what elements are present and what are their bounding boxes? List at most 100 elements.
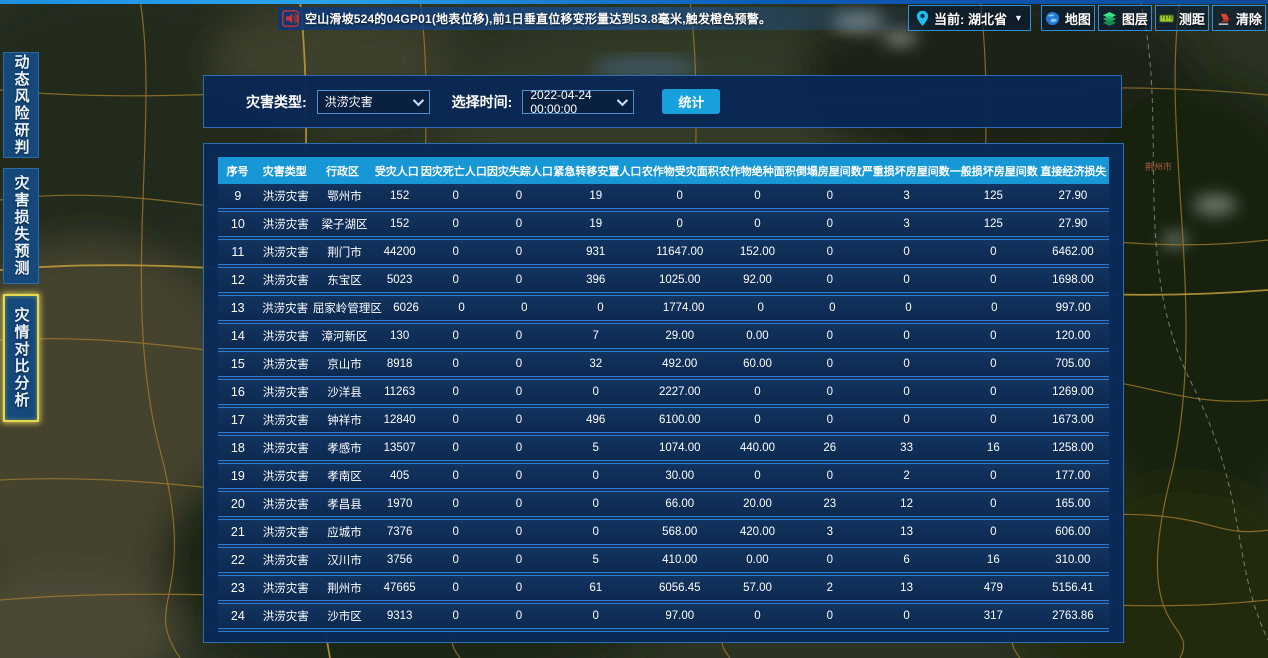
table-cell: 130 [375, 330, 424, 342]
table-cell: 19 [218, 469, 258, 483]
table-cell: 13507 [375, 442, 424, 454]
sidebar-item-动态风险研判[interactable]: 动态风险研判 [3, 52, 39, 158]
table-cell: 0 [719, 414, 797, 426]
table-cell: 0 [487, 526, 550, 538]
tool-button-图层[interactable]: 图层 [1098, 5, 1152, 31]
table-row[interactable]: 10洪涝灾害梁子湖区1520019000312527.90 [218, 212, 1109, 240]
table-row[interactable]: 17洪涝灾害钟祥市12840004966100.0000001673.00 [218, 408, 1109, 436]
table-cell: 1673.00 [1037, 414, 1109, 426]
table-cell: 0 [424, 582, 487, 594]
time-select[interactable]: 2022-04-24 00:00:00 [522, 90, 634, 114]
table-cell: 0 [950, 386, 1037, 398]
sidebar-item-灾害损失预测[interactable]: 灾害损失预测 [3, 168, 39, 284]
chevron-down-icon: ▼ [1014, 13, 1023, 23]
tool-button-清除[interactable]: 清除 [1212, 5, 1266, 31]
table-cell: 32 [551, 358, 641, 370]
column-header: 受灾人口 [373, 163, 421, 179]
table-cell: 13 [863, 526, 950, 538]
table-row[interactable]: 15洪涝灾害京山市89180032492.0060.00000705.00 [218, 352, 1109, 380]
statistics-button[interactable]: 统计 [662, 89, 720, 114]
table-cell: 479 [950, 582, 1037, 594]
table-row[interactable]: 23洪涝灾害荆州市4766500616056.4557.002134795156… [218, 576, 1109, 604]
table-row[interactable]: 18洪涝灾害孝感市135070051074.00440.002633161258… [218, 436, 1109, 464]
table-cell: 61 [551, 582, 641, 594]
tool-button-测距[interactable]: 测距 [1155, 5, 1209, 31]
table-row[interactable]: 22洪涝灾害汉川市3756005410.000.000616310.00 [218, 548, 1109, 576]
region-selector[interactable]: 当前: 湖北省 ▼ [908, 5, 1031, 31]
table-cell: 152 [375, 218, 424, 230]
table-cell: 0 [487, 330, 550, 342]
table-cell: 20 [218, 497, 258, 511]
disaster-type-select[interactable]: 洪涝灾害 [317, 90, 430, 114]
table-row[interactable]: 16洪涝灾害沙洋县112630002227.0000001269.00 [218, 380, 1109, 408]
table-cell: 317 [950, 610, 1037, 622]
table-cell: 17 [218, 413, 258, 427]
table-cell: 29.00 [641, 330, 719, 342]
table-cell: 0 [487, 358, 550, 370]
table-cell: 洪涝灾害 [257, 300, 313, 316]
table-cell: 11 [218, 245, 258, 259]
table-cell: 8918 [375, 358, 424, 370]
table-cell: 汉川市 [314, 552, 375, 568]
table-cell: 0 [424, 498, 487, 510]
table-cell: 0 [796, 386, 863, 398]
table-cell: 0 [950, 470, 1037, 482]
table-cell: 京山市 [314, 356, 375, 372]
table-cell: 0 [424, 190, 487, 202]
table-row[interactable]: 19洪涝灾害孝南区40500030.000020177.00 [218, 464, 1109, 492]
table-cell: 6462.00 [1037, 246, 1109, 258]
tool-button-地图[interactable]: 地图 [1041, 5, 1095, 31]
table-row[interactable]: 24洪涝灾害沙市区931300097.000003172763.86 [218, 604, 1109, 632]
column-header: 农作物绝种面积 [719, 163, 796, 179]
table-row[interactable]: 21洪涝灾害应城市7376000568.00420.003130606.00 [218, 520, 1109, 548]
table-cell: 0 [424, 330, 487, 342]
table-cell: 0 [951, 302, 1037, 314]
table-cell: 24 [218, 609, 258, 623]
table-cell: 钟祥市 [314, 412, 375, 428]
table-row[interactable]: 14洪涝灾害漳河新区13000729.000.00000120.00 [218, 324, 1109, 352]
table-row[interactable]: 11洪涝灾害荆门市442000093111647.00152.000006462… [218, 240, 1109, 268]
sidebar-item-灾情对比分析[interactable]: 灾情对比分析 [3, 294, 39, 422]
table-row[interactable]: 13洪涝灾害屈家岭管理区60260001774.000000997.00 [218, 296, 1109, 324]
table-row[interactable]: 9洪涝灾害鄂州市1520019000312527.90 [218, 184, 1109, 212]
table-cell: 44200 [375, 246, 424, 258]
table-cell: 0 [424, 442, 487, 454]
time-value: 2022-04-24 00:00:00 [530, 88, 607, 116]
chevron-down-icon [617, 94, 628, 105]
table-cell: 洪涝灾害 [258, 384, 314, 400]
table-cell: 0 [551, 498, 641, 510]
table-cell: 0 [424, 358, 487, 370]
table-cell: 496 [551, 414, 641, 426]
table-cell: 2763.86 [1037, 610, 1109, 622]
table-cell: 60.00 [719, 358, 797, 370]
table-cell: 0 [863, 358, 950, 370]
table-cell: 梁子湖区 [314, 216, 375, 232]
table-cell: 440.00 [719, 442, 797, 454]
table-cell: 2 [796, 582, 863, 594]
table-cell: 0 [641, 190, 719, 202]
table-cell: 东宝区 [314, 272, 375, 288]
table-cell: 177.00 [1037, 470, 1109, 482]
table-cell: 1074.00 [641, 442, 719, 454]
table-cell: 1970 [375, 498, 424, 510]
table-cell: 3 [863, 190, 950, 202]
table-cell: 0 [430, 302, 493, 314]
column-header: 序号 [218, 163, 257, 179]
table-row[interactable]: 20洪涝灾害孝昌县197000066.0020.0023120165.00 [218, 492, 1109, 520]
table-row[interactable]: 12洪涝灾害东宝区5023003961025.0092.000001698.00 [218, 268, 1109, 296]
table-cell: 30.00 [641, 470, 719, 482]
table-cell: 6 [863, 554, 950, 566]
table-cell: 21 [218, 525, 258, 539]
alert-text: 空山滑坡524的04GP01(地表位移),前1日垂直位移变形量达到53.8毫米,… [305, 10, 771, 27]
table-cell: 0 [799, 302, 865, 314]
table-cell: 152 [375, 190, 424, 202]
table-cell: 0 [493, 302, 556, 314]
disaster-table-panel: 序号灾害类型行政区受灾人口因灾死亡人口因灾失踪人口紧急转移安置人口农作物受灾面积… [203, 143, 1124, 643]
table-cell: 3756 [375, 554, 424, 566]
table-cell: 0 [719, 386, 797, 398]
table-cell: 997.00 [1037, 302, 1109, 314]
table-cell: 0 [950, 498, 1037, 510]
table-cell: 5023 [375, 274, 424, 286]
table-cell: 0 [950, 330, 1037, 342]
time-label: 选择时间: [452, 92, 513, 112]
